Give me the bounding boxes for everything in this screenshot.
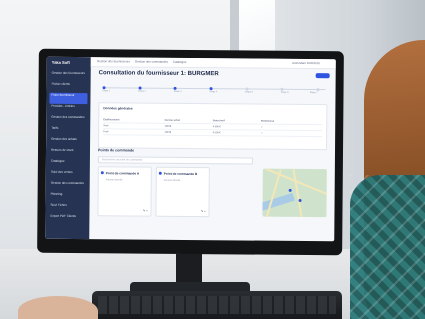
order-point-card[interactable]: Point de commande A Aucune donnée ✎ ▪ <box>97 166 152 217</box>
column-header: Établissement <box>103 118 120 122</box>
step-label: Étape 5 <box>245 91 253 94</box>
office-scene: Yaka Soft Gestion des fournisseurs Fichi… <box>0 0 425 319</box>
step-label: Étape 7 <box>309 92 318 95</box>
general-data-card: Données générales Établissement Dernier … <box>98 102 328 151</box>
sidebar-item-fournisseurs[interactable]: Gestion des fournisseurs <box>50 71 88 82</box>
step-dot[interactable] <box>316 87 320 91</box>
hand <box>18 296 98 319</box>
location-map[interactable] <box>262 168 327 218</box>
step-label: Étape 3 <box>173 90 182 93</box>
step-label: Étape 2 <box>138 90 146 93</box>
app-main: Consultation du fournisseur 1: BURGMER É… <box>89 66 336 241</box>
app-sidebar: Yaka Soft Gestion des fournisseurs Fichi… <box>45 56 91 240</box>
table-cell: 1/8/18 <box>164 130 172 134</box>
sidebar-item-export[interactable]: Export PDF Clients <box>48 214 86 225</box>
table-cell: 1/8/18 <box>164 124 172 128</box>
table-cell: 4 500 € <box>212 125 221 129</box>
primary-button[interactable] <box>315 73 330 79</box>
step-label: Étape 4 <box>209 91 218 94</box>
orders-search-input[interactable]: Rechercher un point de commande <box>97 156 253 165</box>
sidebar-item-commandes-2[interactable]: Gestion des commandes <box>49 181 87 192</box>
table-row[interactable]: Tiroir 1/8/18 4 500 € ✓ <box>103 129 323 138</box>
order-point-title: Point de commande A <box>105 171 140 176</box>
computer-monitor: Yaka Soft Gestion des fournisseurs Fichi… <box>37 48 344 256</box>
map-road <box>265 169 282 218</box>
topbar-item-catalogue[interactable]: Catalogue <box>173 60 187 64</box>
step-dot[interactable] <box>102 85 106 89</box>
sidebar-item-clients[interactable]: Fichier clients <box>50 82 88 93</box>
order-point-card[interactable]: Point de commande B Aucune donnée ✎ ▪ <box>155 166 210 218</box>
progress-stepper: Étape 1 Étape 2 Étape 3 Étape 4 Étape 5 … <box>103 84 326 96</box>
edit-icon[interactable]: ✎ ▪ <box>201 209 205 213</box>
sidebar-item-ventes[interactable]: Suivi des ventes <box>49 170 87 181</box>
sidebar-item-produits[interactable]: Produits - Articles <box>49 104 87 115</box>
topbar-item-fournisseurs[interactable]: Gestion des fournisseurs <box>97 59 130 63</box>
column-header: Remboursé <box>260 119 275 123</box>
monitor-stand-neck <box>176 254 202 284</box>
step-label: Étape 1 <box>102 90 111 93</box>
step-dot[interactable] <box>209 86 213 90</box>
table-cell: 4 500 € <box>212 131 221 135</box>
app-logo: Yaka Soft <box>51 59 70 65</box>
stepper-line <box>102 87 326 90</box>
order-point-icon <box>100 171 104 175</box>
step-label: Étape 6 <box>280 91 289 94</box>
page-title: Consultation du fournisseur 1: BURGMER <box>98 70 219 78</box>
topbar-user[interactable]: Jean-Marc DURAND <box>292 61 320 65</box>
column-header: Dernier achat <box>164 118 180 122</box>
orders-title: Points de commande <box>97 148 135 153</box>
map-pin-icon[interactable] <box>298 198 302 202</box>
monitor-chin <box>37 239 342 256</box>
person-shirt <box>350 175 425 319</box>
table-cell: Tiroir <box>103 124 109 128</box>
map-road <box>292 169 303 218</box>
sidebar-item-suivi[interactable]: Suivi Fiches <box>48 203 86 214</box>
table-cell: Tiroir <box>103 130 109 134</box>
sidebar-item-commandes[interactable]: Gestion des commandes <box>49 115 87 126</box>
step-dot[interactable] <box>138 86 142 90</box>
topbar-item-commandes[interactable]: Gestion des commandes <box>135 60 168 64</box>
column-header: Statut tarif <box>212 119 225 123</box>
order-point-sub: Aucune donnée <box>105 178 123 182</box>
order-point-icon <box>158 171 162 175</box>
table-cell: ✓ <box>260 131 263 135</box>
sidebar-item-tarifs[interactable]: Tarifs <box>49 126 87 137</box>
sidebar-item-achats[interactable]: Gestion des achats <box>49 137 87 148</box>
sidebar-item-catalogue[interactable]: Catalogue <box>49 159 87 170</box>
order-point-sub: Aucune donnée <box>163 178 181 182</box>
general-card-title: Données générales <box>103 106 133 111</box>
sidebar-item-fiche[interactable]: Fiche fournisseur <box>49 92 88 105</box>
step-dot[interactable] <box>173 86 177 90</box>
sidebar-item-planning[interactable]: Planning <box>49 192 87 203</box>
step-dot[interactable] <box>245 86 249 91</box>
order-point-title: Point de commande B <box>163 171 198 177</box>
sidebar-item-retours[interactable]: Retours de stock <box>49 148 87 159</box>
monitor-screen: Yaka Soft Gestion des fournisseurs Fichi… <box>45 56 336 242</box>
keyboard <box>92 291 342 319</box>
general-table: Établissement Dernier achat Statut tarif… <box>103 117 323 138</box>
step-dot[interactable] <box>280 87 284 91</box>
map-pin-icon[interactable] <box>288 188 292 192</box>
table-cell: ✓ <box>260 125 263 129</box>
edit-icon[interactable]: ✎ ▪ <box>143 209 147 213</box>
